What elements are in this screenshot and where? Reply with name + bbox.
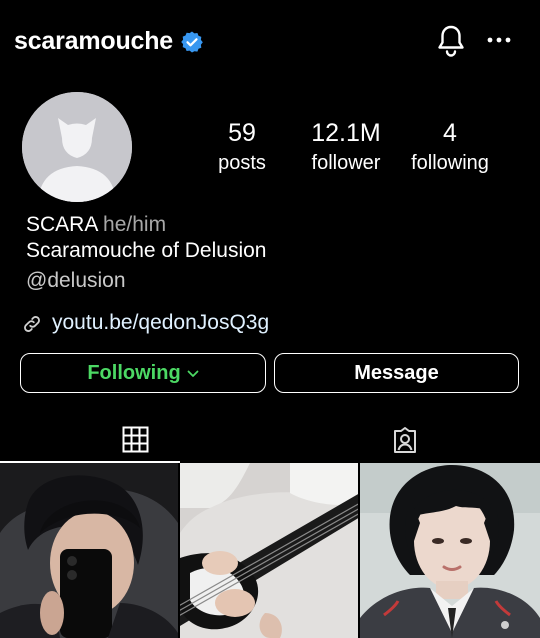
following-button[interactable]: Following <box>20 353 266 393</box>
following-button-label: Following <box>87 361 181 384</box>
post-2-image <box>180 463 358 638</box>
bell-icon[interactable] <box>436 24 466 58</box>
link-icon <box>24 316 40 332</box>
posts-count: 59 <box>228 119 256 147</box>
followers-label: follower <box>311 152 381 174</box>
profile-username[interactable]: scaramouche <box>14 24 173 58</box>
post-3[interactable] <box>360 463 540 638</box>
post-3-image <box>360 463 540 638</box>
chevron-down-icon <box>187 370 199 377</box>
profile-avatar[interactable] <box>22 92 132 202</box>
more-options-icon[interactable] <box>486 30 512 50</box>
message-button-label: Message <box>354 361 439 384</box>
verified-badge-icon <box>181 31 203 53</box>
post-2[interactable] <box>180 463 358 638</box>
profile-name-line: SCARA he/him <box>26 212 166 238</box>
stat-following[interactable]: 4 following <box>400 118 500 176</box>
profile-display-name: SCARA <box>26 213 98 236</box>
threads-handle[interactable]: @delusion <box>26 268 126 294</box>
default-avatar-icon <box>22 92 132 202</box>
following-label: following <box>411 152 489 174</box>
stat-posts[interactable]: 59 posts <box>205 118 279 176</box>
following-count: 4 <box>443 119 457 147</box>
message-button[interactable]: Message <box>274 353 519 393</box>
profile-link[interactable]: youtu.be/qedonJosQ3g <box>52 310 269 336</box>
post-1[interactable] <box>0 463 178 638</box>
profile-bio: Scaramouche of Delusion <box>26 239 267 262</box>
tagged-icon[interactable] <box>392 426 418 454</box>
post-1-image <box>0 463 178 638</box>
profile-pronouns: he/him <box>103 213 167 236</box>
grid-icon[interactable] <box>122 426 149 453</box>
posts-label: posts <box>218 152 266 174</box>
stat-followers[interactable]: 12.1M follower <box>296 118 396 176</box>
followers-count: 12.1M <box>311 119 381 147</box>
